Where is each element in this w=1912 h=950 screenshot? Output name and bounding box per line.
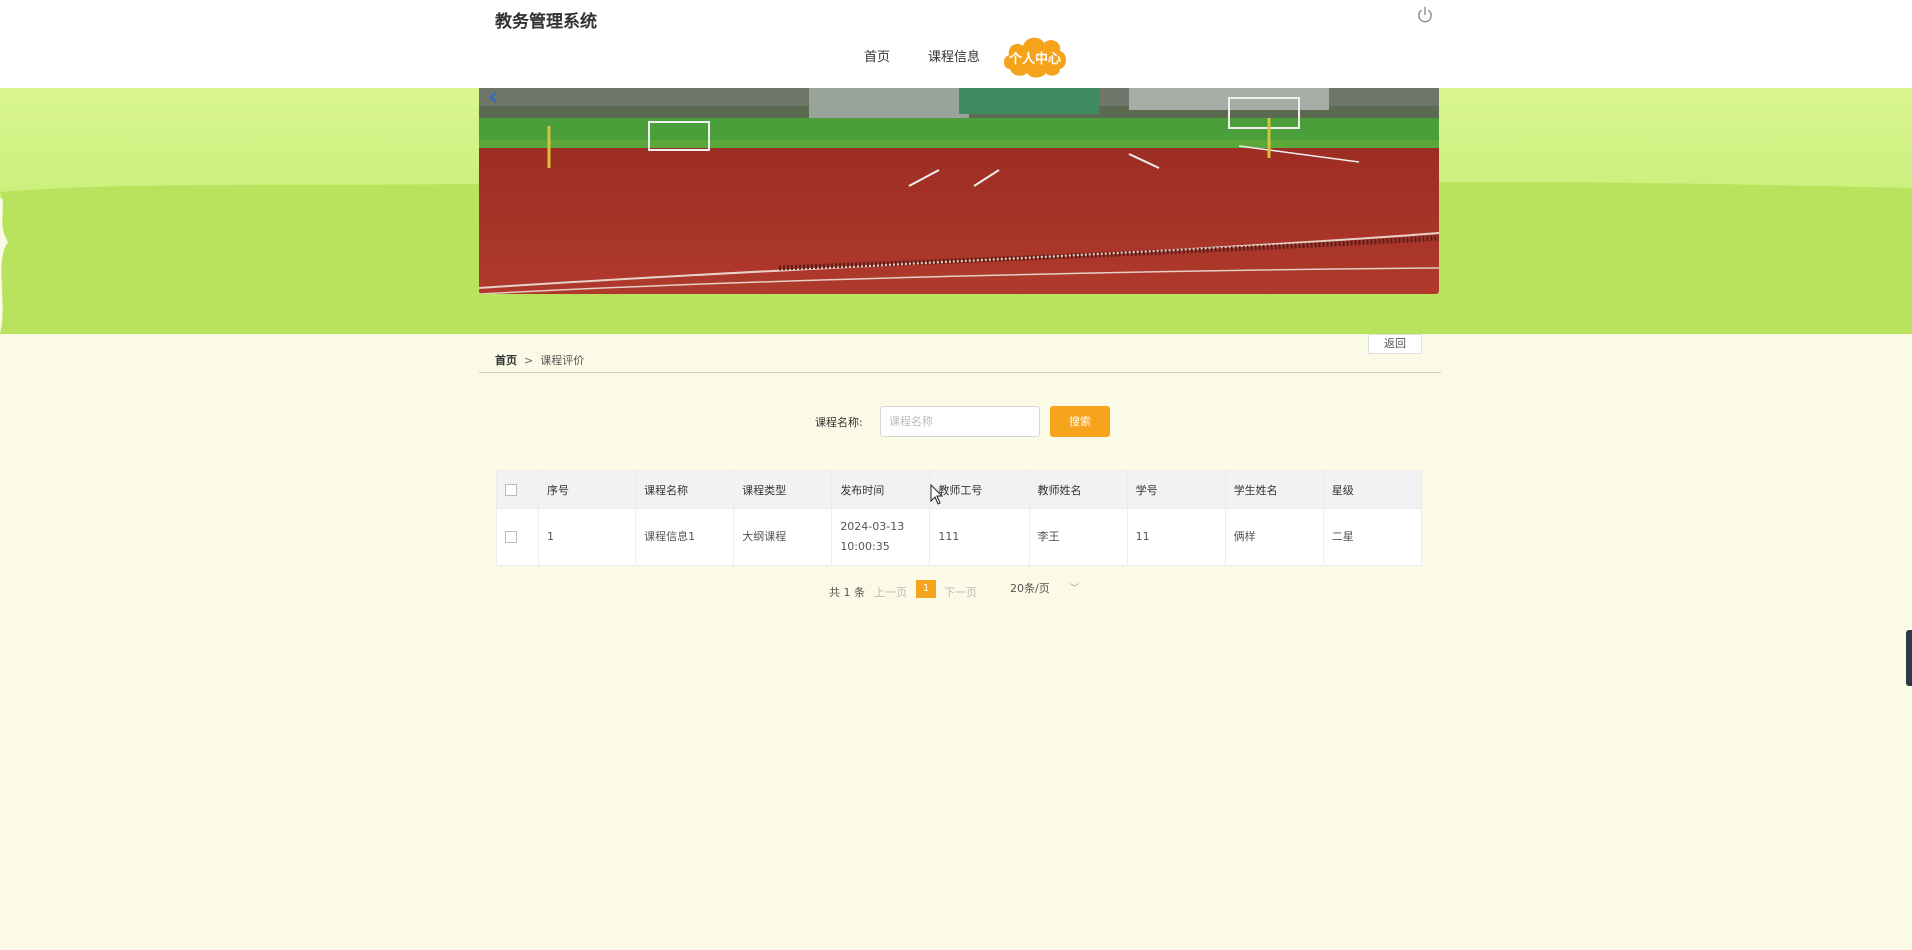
breadcrumb-separator: > <box>524 354 534 367</box>
column-header: 学生姓名 <box>1224 470 1324 509</box>
course-name-search-input[interactable] <box>880 406 1040 437</box>
select-all-checkbox[interactable] <box>505 484 517 496</box>
banner-image <box>479 88 1439 294</box>
column-header: 发布时间 <box>831 470 931 509</box>
banner-sports-field-image <box>479 88 1439 294</box>
cell-publish-time: 2024-03-13 10:00:35 <box>831 508 931 566</box>
cell-student-id: 11 <box>1126 508 1226 566</box>
breadcrumb-divider <box>479 372 1441 373</box>
pagination-prev-button[interactable]: 上一页 <box>874 584 907 600</box>
cell-teacher-name: 李王 <box>1028 508 1128 566</box>
breadcrumb-home[interactable]: 首页 <box>495 354 517 367</box>
page-size-value: 20条/页 <box>1010 582 1050 595</box>
chevron-down-icon: ﹀ <box>1070 584 1080 594</box>
column-header: 课程名称 <box>635 470 735 509</box>
breadcrumb: 首页 > 课程评价 <box>495 352 584 368</box>
nav-personal-center-label: 个人中心 <box>1008 52 1061 67</box>
cell-student-name: 俩样 <box>1224 508 1324 566</box>
breadcrumb-current: 课程评价 <box>540 354 585 367</box>
cell-course-type: 大纲课程 <box>733 508 833 566</box>
row-checkbox[interactable] <box>505 531 517 543</box>
page-size-select[interactable]: 20条/页 ﹀ <box>990 579 1090 599</box>
scrollbar-thumb[interactable] <box>1906 630 1912 686</box>
pagination-next-button[interactable]: 下一页 <box>944 584 977 600</box>
cell-rating: 二星 <box>1322 508 1423 566</box>
course-evaluation-table: 序号 课程名称 课程类型 发布时间 教师工号 教师姓名 学号 学生姓名 星级 1… <box>495 470 1423 566</box>
select-all-cell <box>495 470 540 509</box>
table-row[interactable]: 1 课程信息1 大纲课程 2024-03-13 10:00:35 111 李王 … <box>495 508 1423 566</box>
nav-personal-center[interactable]: 个人中心 <box>1000 33 1070 78</box>
column-header: 课程类型 <box>733 470 833 509</box>
header: 教务管理系统 首页 课程信息 个人中心 <box>0 0 1912 88</box>
column-header: 学号 <box>1126 470 1226 509</box>
pagination-current-page[interactable]: 1 <box>916 580 936 598</box>
column-header: 序号 <box>538 470 637 509</box>
app-title: 教务管理系统 <box>495 12 597 32</box>
table-header-row: 序号 课程名称 课程类型 发布时间 教师工号 教师姓名 学号 学生姓名 星级 <box>495 470 1423 509</box>
pagination-total: 共 1 条 <box>829 586 865 599</box>
chevron-left-icon[interactable]: ‹ <box>488 84 498 110</box>
search-label: 课程名称: <box>815 416 863 429</box>
power-icon[interactable] <box>1416 6 1434 24</box>
column-header: 教师姓名 <box>1028 470 1128 509</box>
column-header: 星级 <box>1322 470 1423 509</box>
row-select-cell <box>495 508 540 566</box>
cell-teacher-id: 111 <box>929 508 1030 566</box>
nav-course-info[interactable]: 课程信息 <box>928 46 980 65</box>
cell-index: 1 <box>538 508 637 566</box>
cell-course-name: 课程信息1 <box>635 508 735 566</box>
search-button[interactable]: 搜索 <box>1050 406 1110 437</box>
column-header: 教师工号 <box>929 470 1030 509</box>
back-button[interactable]: 返回 <box>1368 334 1422 354</box>
mouse-cursor-icon <box>930 484 944 505</box>
main-nav: 首页 课程信息 个人中心 <box>0 30 1912 80</box>
nav-home[interactable]: 首页 <box>864 46 890 65</box>
